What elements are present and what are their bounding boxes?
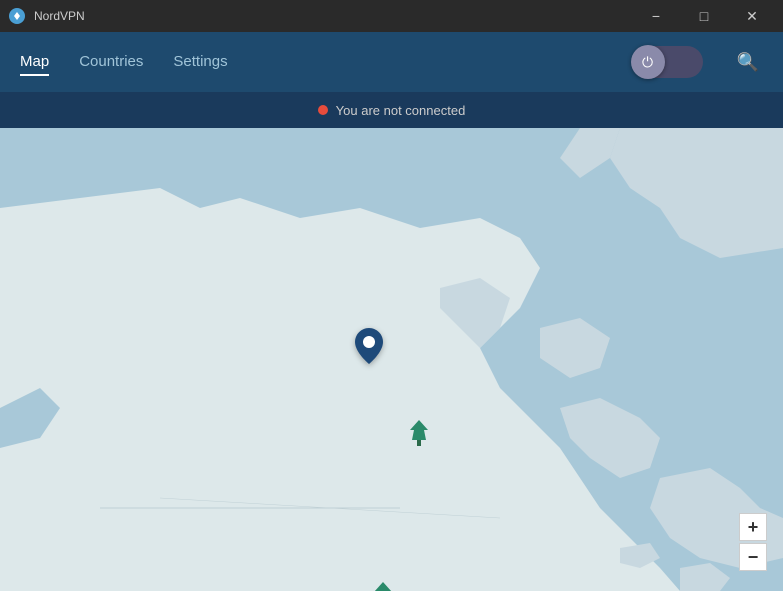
zoom-in-button[interactable]: +	[739, 513, 767, 541]
titlebar: NordVPN − □ ✕	[0, 0, 783, 32]
search-icon: 🔍	[737, 52, 759, 72]
zoom-controls: + −	[739, 513, 767, 571]
tab-settings[interactable]: Settings	[173, 49, 227, 76]
app-title: NordVPN	[34, 9, 85, 23]
location-pin-icon	[355, 328, 383, 364]
close-button[interactable]: ✕	[729, 0, 775, 32]
power-button-knob: ⏻	[631, 45, 665, 79]
search-button[interactable]: 🔍	[733, 48, 763, 77]
tree-icon-1	[408, 418, 430, 453]
window-controls: − □ ✕	[633, 0, 775, 32]
maximize-button[interactable]: □	[681, 0, 727, 32]
tree-icon-2	[372, 580, 394, 591]
minimize-button[interactable]: −	[633, 0, 679, 32]
zoom-out-button[interactable]: −	[739, 543, 767, 571]
titlebar-left: NordVPN	[8, 7, 85, 25]
navbar: Map Countries Settings ⏻ 🔍	[0, 32, 783, 92]
tab-countries[interactable]: Countries	[79, 49, 143, 76]
connection-status-text: You are not connected	[336, 103, 466, 118]
status-bar: You are not connected	[0, 92, 783, 128]
app-logo	[8, 7, 26, 25]
connection-status-dot	[318, 105, 328, 115]
map-svg	[0, 128, 783, 591]
power-toggle[interactable]: ⏻	[633, 46, 703, 78]
tab-map[interactable]: Map	[20, 49, 49, 76]
map-container[interactable]: + −	[0, 128, 783, 591]
pin-canada[interactable]	[355, 328, 383, 369]
power-icon: ⏻	[642, 54, 653, 71]
